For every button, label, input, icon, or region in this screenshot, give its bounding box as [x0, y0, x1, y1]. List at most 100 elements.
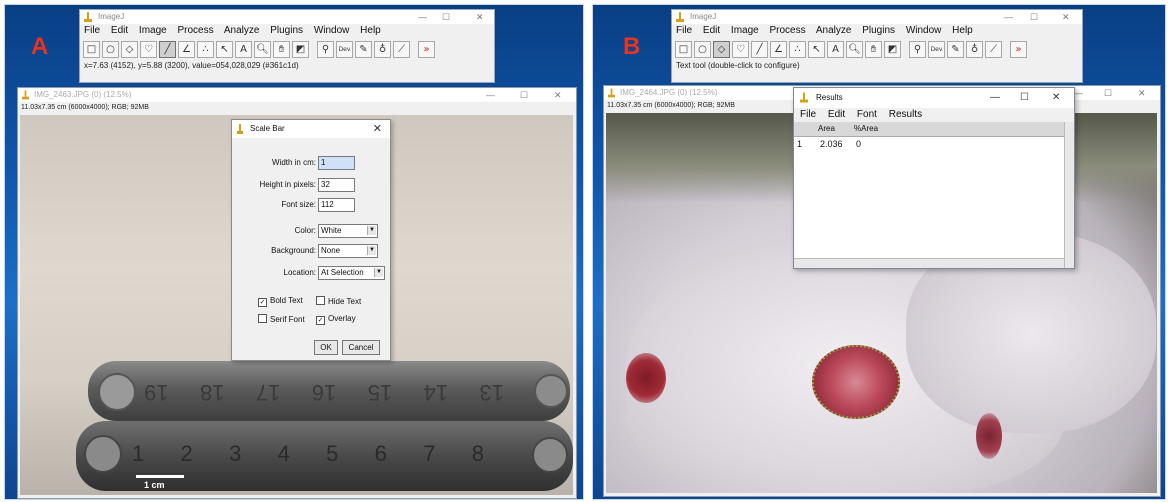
color-select[interactable]: White ▼: [318, 224, 378, 238]
angle-tool-icon[interactable]: ∠: [770, 40, 787, 58]
wand-tool-icon[interactable]: ↖: [216, 40, 233, 58]
column-percent-area[interactable]: %Area: [854, 122, 878, 136]
zoom-icon[interactable]: ⚲: [317, 40, 334, 58]
rectangle-tool-icon[interactable]: □: [83, 40, 100, 58]
menu-help[interactable]: Help: [360, 25, 381, 36]
maximize-button[interactable]: ☐: [1020, 91, 1029, 105]
pencil-icon[interactable]: ✎: [947, 40, 964, 58]
location-select[interactable]: At Selection ▼: [318, 266, 385, 280]
close-button[interactable]: ✕: [1138, 86, 1146, 100]
line-tool-icon[interactable]: ╱: [751, 40, 768, 58]
location-row: Location: At Selection ▼: [232, 266, 390, 280]
maximize-button[interactable]: ☐: [1030, 10, 1038, 24]
menu-image[interactable]: Image: [731, 25, 759, 36]
angle-tool-icon[interactable]: ∠: [178, 40, 195, 58]
dropper-icon[interactable]: ♁: [374, 40, 391, 58]
ruler-number: 15: [367, 380, 393, 405]
maximize-button[interactable]: ☐: [1104, 86, 1112, 100]
ruler-number: 17: [255, 380, 281, 405]
results-menu-edit[interactable]: Edit: [828, 109, 845, 120]
minimize-button[interactable]: —: [486, 88, 495, 102]
column-area[interactable]: Area: [818, 122, 835, 136]
menu-plugins[interactable]: Plugins: [862, 25, 895, 36]
wand-tool-icon[interactable]: ↖: [808, 40, 825, 58]
point-tool-icon[interactable]: ∴: [197, 40, 214, 58]
menu-analyze[interactable]: Analyze: [816, 25, 852, 36]
background-select[interactable]: None ▼: [318, 244, 378, 258]
color-picker-icon[interactable]: ◩: [884, 40, 901, 58]
font-size-label: Font size:: [281, 200, 316, 209]
bold-text-checkbox[interactable]: ✓ Bold Text: [258, 296, 303, 307]
text-tool-icon[interactable]: A: [235, 40, 252, 58]
horizontal-scrollbar[interactable]: [794, 258, 1064, 268]
hide-text-checkbox[interactable]: Hide Text: [316, 296, 361, 306]
brush-icon[interactable]: ⟋: [393, 40, 410, 58]
vertical-scrollbar[interactable]: [1064, 122, 1074, 268]
polygon-tool-icon[interactable]: ◇: [121, 40, 138, 58]
close-button[interactable]: ✕: [1062, 10, 1070, 24]
close-button[interactable]: ✕: [1052, 91, 1060, 105]
line-tool-icon[interactable]: ╱: [159, 40, 176, 58]
menu-process[interactable]: Process: [770, 25, 806, 36]
imagej-logo-icon: [800, 92, 808, 103]
menu-edit[interactable]: Edit: [703, 25, 720, 36]
imagej-toolbar-window: ImageJ — ☐ ✕ File Edit Image Process Ana…: [671, 9, 1083, 83]
menu-process[interactable]: Process: [178, 25, 214, 36]
menu-image[interactable]: Image: [139, 25, 167, 36]
menu-file[interactable]: File: [84, 25, 100, 36]
more-tools-icon[interactable]: »: [1010, 40, 1027, 58]
more-tools-icon[interactable]: »: [418, 40, 435, 58]
results-table-header: Area %Area: [794, 122, 1064, 137]
screw-icon: [98, 373, 136, 411]
menu-analyze[interactable]: Analyze: [224, 25, 260, 36]
menu-help[interactable]: Help: [952, 25, 973, 36]
minimize-button[interactable]: —: [1004, 10, 1013, 24]
menu-window[interactable]: Window: [906, 25, 942, 36]
close-icon[interactable]: ✕: [373, 120, 382, 138]
ok-button[interactable]: OK: [314, 340, 338, 355]
menu-plugins[interactable]: Plugins: [270, 25, 303, 36]
minimize-button[interactable]: —: [990, 91, 1000, 105]
cancel-button[interactable]: Cancel: [342, 340, 380, 355]
results-menu-file[interactable]: File: [800, 109, 816, 120]
results-menu-results[interactable]: Results: [889, 109, 922, 120]
hand-tool-icon[interactable]: ✋︎: [865, 40, 882, 58]
dev-icon[interactable]: Dev: [336, 40, 353, 58]
color-picker-icon[interactable]: ◩: [292, 40, 309, 58]
serif-font-checkbox[interactable]: Serif Font: [258, 314, 305, 324]
pencil-icon[interactable]: ✎: [355, 40, 372, 58]
dev-icon[interactable]: Dev: [928, 40, 945, 58]
menu-edit[interactable]: Edit: [111, 25, 128, 36]
magnifier-tool-icon[interactable]: 🔍︎: [254, 40, 271, 58]
rectangle-tool-icon[interactable]: □: [675, 40, 692, 58]
maximize-button[interactable]: ☐: [442, 10, 450, 24]
results-menu-font[interactable]: Font: [857, 109, 877, 120]
freehand-tool-icon[interactable]: ♡: [140, 40, 157, 58]
overlay-checkbox[interactable]: ✓ Overlay: [316, 314, 356, 325]
point-tool-icon[interactable]: ∴: [789, 40, 806, 58]
freehand-tool-icon[interactable]: ♡: [732, 40, 749, 58]
close-button[interactable]: ✕: [554, 88, 562, 102]
polygon-tool-icon[interactable]: ◇: [713, 40, 730, 58]
font-size-input[interactable]: 112: [318, 198, 355, 212]
maximize-button[interactable]: ☐: [520, 88, 528, 102]
oval-tool-icon[interactable]: ○: [694, 40, 711, 58]
height-input[interactable]: 32: [318, 178, 355, 192]
ruler-number: 13: [479, 380, 504, 405]
menu-window[interactable]: Window: [314, 25, 350, 36]
minimize-button[interactable]: —: [1074, 86, 1083, 100]
table-row[interactable]: 1 2.036 0: [794, 137, 1054, 151]
panel-label: B: [623, 33, 641, 60]
oval-tool-icon[interactable]: ○: [102, 40, 119, 58]
zoom-icon[interactable]: ⚲: [909, 40, 926, 58]
minimize-button[interactable]: —: [418, 10, 427, 24]
hand-tool-icon[interactable]: ✋︎: [273, 40, 290, 58]
height-label: Height in pixels:: [259, 180, 316, 189]
dropper-icon[interactable]: ♁: [966, 40, 983, 58]
close-button[interactable]: ✕: [476, 10, 484, 24]
brush-icon[interactable]: ⟋: [985, 40, 1002, 58]
width-input[interactable]: 1: [318, 156, 355, 170]
magnifier-tool-icon[interactable]: 🔍︎: [846, 40, 863, 58]
text-tool-icon[interactable]: A: [827, 40, 844, 58]
menu-file[interactable]: File: [676, 25, 692, 36]
